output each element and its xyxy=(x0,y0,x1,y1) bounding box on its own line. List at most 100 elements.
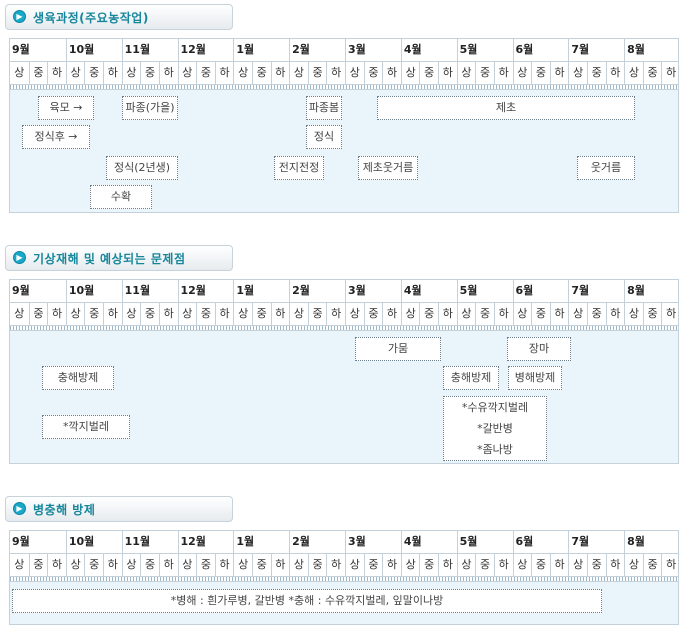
period-header-cell: 하 xyxy=(158,303,178,325)
month-header-cell: 10월 xyxy=(65,531,122,553)
month-header-cell: 6월 xyxy=(512,39,569,61)
month-header-cell: 10월 xyxy=(65,39,122,61)
period-header-cell: 하 xyxy=(549,62,569,84)
timeline-body: 육모 → 파종(가을) 파종봄 제초 정식후 → 정식 정식(2년생) 전지전정… xyxy=(10,90,678,212)
period-header-cell: 중 xyxy=(140,62,159,84)
month-header-cell: 6월 xyxy=(512,531,569,553)
period-header-row: 상중하상중하상중하상중하상중하상중하상중하상중하상중하상중하상중하상중하 xyxy=(10,62,678,85)
period-header-cell: 중 xyxy=(28,554,48,576)
month-header-cell: 12월 xyxy=(177,39,234,61)
timeline-body: *병해 : 흰가루병, 갈반병 *충해 : 수유깍지벌레, 잎말이나방 xyxy=(10,582,678,624)
period-header-cell: 상 xyxy=(65,554,85,576)
issue-bar: 병해방제 xyxy=(508,366,562,390)
task-bar: 수확 xyxy=(90,185,152,209)
period-header-cell: 중 xyxy=(586,303,606,325)
period-header-cell: 하 xyxy=(605,303,625,325)
issue-bar: 장마 xyxy=(507,337,571,361)
period-header-cell: 하 xyxy=(661,554,680,576)
period-header-cell: 중 xyxy=(196,303,215,325)
period-header-cell: 상 xyxy=(177,303,197,325)
period-header-cell: 중 xyxy=(196,554,215,576)
month-header-row: 9월 10월 11월 12월 1월 2월 3월 4월 5월 6월 7월 8월 xyxy=(10,280,678,303)
period-header-cell: 하 xyxy=(270,554,290,576)
month-header-row: 9월 10월 11월 12월 1월 2월 3월 4월 5월 6월 7월 8월 xyxy=(10,39,678,62)
period-header-cell: 중 xyxy=(586,554,606,576)
month-header-cell: 2월 xyxy=(289,531,345,553)
period-header-cell: 중 xyxy=(140,554,159,576)
period-header-cell: 하 xyxy=(103,303,122,325)
period-header-cell: 중 xyxy=(251,62,271,84)
period-header-cell: 상 xyxy=(14,66,25,79)
period-header-cell: 하 xyxy=(103,62,122,84)
period-header-cell: 중 xyxy=(419,303,438,325)
period-header-cell: 상 xyxy=(456,62,476,84)
period-header-cell: 하 xyxy=(103,554,122,576)
month-header-cell: 8월 xyxy=(624,280,680,302)
period-header-cell: 중 xyxy=(363,554,383,576)
issue-bar: 가뭄 xyxy=(355,337,441,361)
period-header-cell: 중 xyxy=(642,554,662,576)
period-header-cell: 하 xyxy=(605,554,625,576)
issue-bar: *깍지벌레 xyxy=(42,415,130,439)
period-header-cell: 상 xyxy=(512,62,532,84)
issue-list-box: *수유깍지벌레 *갈반병 *좀나방 xyxy=(443,396,547,461)
period-header-cell: 상 xyxy=(568,303,587,325)
period-header-cell: 하 xyxy=(549,303,569,325)
month-header-cell: 8월 xyxy=(624,531,680,553)
month-header-cell: 12월 xyxy=(177,531,234,553)
period-header-cell: 상 xyxy=(289,62,308,84)
month-header-cell: 9월 xyxy=(12,43,30,56)
schedule-table: 9월 10월 11월 12월 1월 2월 3월 4월 5월 6월 7월 8월 상중하상중하상중하상중하… xyxy=(9,38,679,213)
month-header-cell: 9월 xyxy=(12,284,30,297)
task-bar: 파종(가을) xyxy=(122,96,178,120)
task-bar: 제초웃거름 xyxy=(358,156,418,180)
period-header-cell: 상 xyxy=(624,62,643,84)
period-header-cell: 하 xyxy=(661,303,680,325)
section-header: ▶ 기상재해 및 예상되는 문제점 xyxy=(5,245,233,271)
period-header-cell: 중 xyxy=(307,554,327,576)
period-header-cell: 중 xyxy=(419,62,438,84)
period-header-cell: 하 xyxy=(493,554,513,576)
period-header-cell: 중 xyxy=(642,303,662,325)
period-header-cell: 상 xyxy=(345,303,364,325)
period-header-cell: 하 xyxy=(158,62,178,84)
period-header-cell: 상 xyxy=(65,303,85,325)
schedule-table: 9월 10월 11월 12월 1월 2월 3월 4월 5월 6월 7월 8월 상중하상중하상중하상중하… xyxy=(9,530,679,625)
period-header-cell: 하 xyxy=(661,62,680,84)
task-bar: 파종봄 xyxy=(306,96,342,120)
period-header-cell: 중 xyxy=(586,62,606,84)
period-header-cell: 하 xyxy=(326,303,345,325)
task-bar: 정식 xyxy=(306,125,342,149)
period-header-cell: 중 xyxy=(475,62,494,84)
section-header: ▶ 병충해 방제 xyxy=(5,496,233,522)
period-header-cell: 중 xyxy=(531,554,550,576)
month-header-cell: 1월 xyxy=(233,280,289,302)
task-bar: 전지전정 xyxy=(274,156,324,180)
schedule-table: 9월 10월 11월 12월 1월 2월 3월 4월 5월 6월 7월 8월 상중하상중하상중하상중하… xyxy=(9,279,679,464)
period-header-cell: 하 xyxy=(605,62,625,84)
period-header-cell: 하 xyxy=(549,554,569,576)
period-header-cell: 상 xyxy=(456,303,476,325)
period-header-cell: 상 xyxy=(624,303,643,325)
task-bar: 정식후 → xyxy=(22,125,90,149)
period-header-cell: 상 xyxy=(121,554,141,576)
month-header-cell: 12월 xyxy=(177,280,234,302)
period-header-cell: 중 xyxy=(531,62,550,84)
task-bar: 정식(2년생) xyxy=(106,156,178,180)
month-header-cell: 7월 xyxy=(568,531,624,553)
period-header-cell: 중 xyxy=(251,303,271,325)
section-header: ▶ 생육과정(주요농작업) xyxy=(5,4,233,30)
period-header-cell: 상 xyxy=(177,554,197,576)
period-header-cell: 하 xyxy=(214,303,234,325)
period-header-cell: 하 xyxy=(493,62,513,84)
period-header-cell: 중 xyxy=(196,62,215,84)
period-header-cell: 하 xyxy=(326,554,345,576)
period-header-cell: 중 xyxy=(84,554,103,576)
period-header-row: 상중하상중하상중하상중하상중하상중하상중하상중하상중하상중하상중하상중하 xyxy=(10,554,678,577)
month-header-cell: 1월 xyxy=(233,531,289,553)
issue-line: *좀나방 xyxy=(477,443,513,456)
period-header-cell: 하 xyxy=(47,303,66,325)
section-title: 기상재해 및 예상되는 문제점 xyxy=(33,252,186,266)
period-header-cell: 상 xyxy=(512,303,532,325)
period-header-cell: 중 xyxy=(251,554,271,576)
